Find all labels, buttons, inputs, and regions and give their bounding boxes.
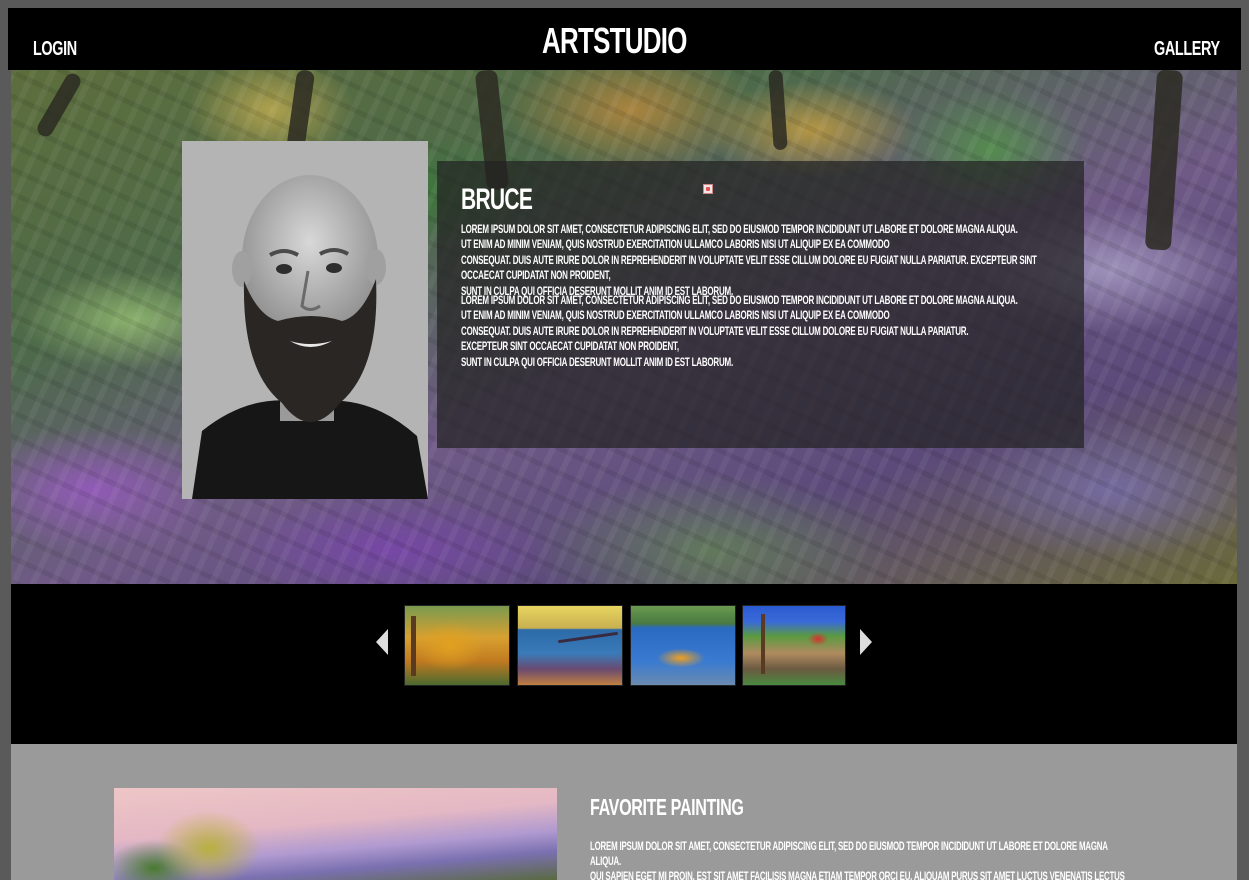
artist-bio-panel: BRUCE LOREM IPSUM DOLOR SIT AMET, CONSEC…	[437, 161, 1084, 448]
gallery-link[interactable]: GALLERY	[1154, 38, 1220, 61]
favorite-painting-heading: FAVORITE PAINTING	[590, 794, 744, 820]
artist-portrait-photo	[182, 141, 428, 499]
artist-bio-paragraph-1: LOREM IPSUM DOLOR SIT AMET, CONSECTETUR …	[461, 224, 1037, 298]
triangle-right-icon[interactable]	[860, 629, 872, 655]
favorite-painting-section: FAVORITE PAINTING LOREM IPSUM DOLOR SIT …	[11, 744, 1237, 880]
artist-name-heading: BRUCE	[461, 183, 533, 216]
triangle-left-icon[interactable]	[376, 629, 388, 655]
broken-image-icon	[703, 184, 713, 194]
thumbnail-pier-sunset-painting[interactable]	[517, 605, 623, 686]
favorite-painting-description: LOREM IPSUM DOLOR SIT AMET, CONSECTETUR …	[590, 841, 1125, 880]
site-logo-text[interactable]: ARTSTUDIO	[542, 20, 687, 62]
gallery-carousel	[11, 584, 1237, 744]
login-link[interactable]: LOGIN	[33, 38, 77, 61]
thumbnail-seaplane-painting[interactable]	[630, 605, 736, 686]
favorite-painting-image	[114, 788, 557, 880]
thumbnail-red-barn-painting[interactable]	[742, 605, 846, 686]
artist-bio-paragraph-2: LOREM IPSUM DOLOR SIT AMET, CONSECTETUR …	[461, 295, 1018, 369]
top-nav-bar: LOGIN ARTSTUDIO GALLERY	[8, 8, 1241, 70]
thumbnail-yellow-house-painting[interactable]	[404, 605, 510, 686]
